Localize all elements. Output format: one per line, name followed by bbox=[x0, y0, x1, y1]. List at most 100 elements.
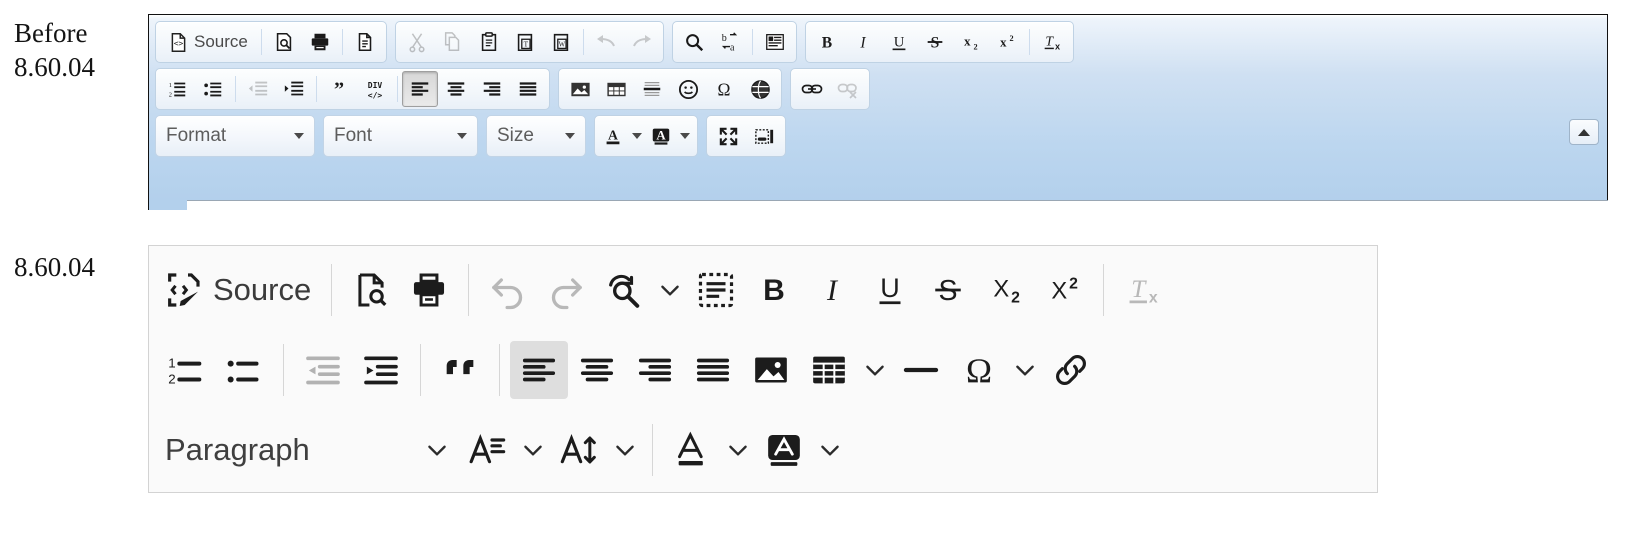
old-paste-button[interactable] bbox=[471, 24, 507, 60]
new-outdent-button[interactable] bbox=[294, 341, 352, 399]
new-font-background-color-dropdown-arrow[interactable] bbox=[813, 421, 847, 479]
old-bulleted-list-button[interactable] bbox=[195, 71, 231, 107]
old-print-button[interactable] bbox=[302, 24, 338, 60]
old-align-right-button[interactable] bbox=[474, 71, 510, 107]
new-align-justify-button[interactable] bbox=[684, 341, 742, 399]
old-background-color-arrow[interactable] bbox=[676, 118, 694, 154]
old-background-color-button[interactable]: A bbox=[646, 118, 676, 154]
new-font-color-button[interactable] bbox=[663, 421, 721, 479]
new-indent-button[interactable] bbox=[352, 341, 410, 399]
old-text-color-arrow[interactable] bbox=[628, 118, 646, 154]
new-table-dropdown-arrow[interactable] bbox=[858, 341, 892, 399]
old-source-button[interactable]: <> Source bbox=[159, 24, 257, 60]
new-subscript-button[interactable]: X2 bbox=[977, 261, 1035, 319]
old-special-character-button[interactable]: Ω bbox=[706, 71, 742, 107]
new-italic-button[interactable]: I bbox=[803, 261, 861, 319]
old-div-container-button[interactable]: DIV </> bbox=[357, 71, 393, 107]
old-replace-button[interactable]: ba bbox=[712, 24, 748, 60]
old-paste-word-button[interactable]: W bbox=[543, 24, 579, 60]
old-superscript-button[interactable]: x2 bbox=[989, 24, 1025, 60]
old-remove-format-button[interactable]: Tx bbox=[1034, 24, 1070, 60]
undo-icon bbox=[594, 30, 618, 54]
old-select-all-button[interactable] bbox=[757, 24, 793, 60]
new-underline-button[interactable]: U bbox=[861, 261, 919, 319]
image-icon bbox=[569, 78, 592, 101]
new-link-button[interactable] bbox=[1042, 341, 1100, 399]
old-indent-button[interactable] bbox=[276, 71, 312, 107]
new-blockquote-button[interactable] bbox=[431, 341, 489, 399]
new-paragraph-combo[interactable]: Paragraph bbox=[157, 421, 458, 479]
new-font-family-button[interactable] bbox=[458, 421, 516, 479]
new-align-right-button[interactable] bbox=[626, 341, 684, 399]
align-center-icon bbox=[578, 351, 616, 389]
new-font-color-dropdown-arrow[interactable] bbox=[721, 421, 755, 479]
divider bbox=[1103, 264, 1105, 316]
new-redo-button[interactable] bbox=[537, 261, 595, 319]
old-undo-button[interactable] bbox=[588, 24, 624, 60]
old-maximize-button[interactable] bbox=[710, 118, 746, 154]
divider bbox=[1028, 29, 1030, 55]
old-blockquote-button[interactable]: ” bbox=[321, 71, 357, 107]
old-text-color-button[interactable]: A bbox=[598, 118, 628, 154]
new-strikethrough-button[interactable]: S bbox=[919, 261, 977, 319]
old-subscript-button[interactable]: x2 bbox=[953, 24, 989, 60]
old-paste-text-button[interactable]: T bbox=[507, 24, 543, 60]
old-align-left-button[interactable] bbox=[402, 71, 438, 107]
old-align-justify-button[interactable] bbox=[510, 71, 546, 107]
old-redo-button[interactable] bbox=[624, 24, 660, 60]
chevron-down-icon bbox=[729, 445, 747, 456]
new-find-replace-dropdown-arrow[interactable] bbox=[653, 261, 687, 319]
old-italic-button[interactable]: I bbox=[845, 24, 881, 60]
new-find-replace-button[interactable] bbox=[595, 261, 653, 319]
new-preview-button[interactable] bbox=[342, 261, 400, 319]
old-bold-button[interactable]: B bbox=[809, 24, 845, 60]
old-preview-button[interactable] bbox=[266, 24, 302, 60]
bulleted-list-icon bbox=[224, 350, 264, 390]
old-horizontal-line-button[interactable] bbox=[634, 71, 670, 107]
old-collapse-toolbar-button[interactable] bbox=[1569, 119, 1599, 145]
new-remove-format-button[interactable]: Tx bbox=[1114, 261, 1172, 319]
old-unlink-button[interactable] bbox=[830, 71, 866, 107]
old-cut-button[interactable] bbox=[399, 24, 435, 60]
old-toolbar-group-editing: ba bbox=[671, 21, 797, 63]
new-select-all-button[interactable] bbox=[687, 261, 745, 319]
new-font-size-button[interactable] bbox=[550, 421, 608, 479]
old-align-center-button[interactable] bbox=[438, 71, 474, 107]
old-strikethrough-button[interactable]: S bbox=[917, 24, 953, 60]
new-font-background-color-button[interactable] bbox=[755, 421, 813, 479]
old-outdent-button[interactable] bbox=[240, 71, 276, 107]
old-toolbar-group-document: <> Source bbox=[155, 21, 387, 63]
old-find-button[interactable] bbox=[676, 24, 712, 60]
new-special-character-button[interactable]: Ω bbox=[950, 341, 1008, 399]
old-format-combo[interactable]: Format bbox=[155, 115, 315, 157]
old-copy-button[interactable] bbox=[435, 24, 471, 60]
new-align-left-button[interactable] bbox=[510, 341, 568, 399]
new-superscript-button[interactable]: X2 bbox=[1035, 261, 1093, 319]
new-source-button[interactable]: Source bbox=[157, 261, 321, 319]
new-table-button[interactable] bbox=[800, 341, 858, 399]
new-font-family-dropdown-arrow[interactable] bbox=[516, 421, 550, 479]
new-numbered-list-button[interactable]: 12 bbox=[157, 341, 215, 399]
old-image-button[interactable] bbox=[562, 71, 598, 107]
old-smiley-button[interactable] bbox=[670, 71, 706, 107]
new-special-character-dropdown-arrow[interactable] bbox=[1008, 341, 1042, 399]
align-left-icon bbox=[409, 78, 431, 100]
new-print-button[interactable] bbox=[400, 261, 458, 319]
old-size-combo[interactable]: Size bbox=[486, 115, 586, 157]
new-undo-button[interactable] bbox=[479, 261, 537, 319]
new-align-center-button[interactable] bbox=[568, 341, 626, 399]
old-table-button[interactable] bbox=[598, 71, 634, 107]
old-underline-button[interactable]: U bbox=[881, 24, 917, 60]
old-templates-button[interactable] bbox=[347, 24, 383, 60]
new-font-size-dropdown-arrow[interactable] bbox=[608, 421, 642, 479]
new-bulleted-list-button[interactable] bbox=[215, 341, 273, 399]
old-link-button[interactable] bbox=[794, 71, 830, 107]
new-paragraph-dropdown-arrow[interactable] bbox=[420, 421, 454, 479]
new-image-button[interactable] bbox=[742, 341, 800, 399]
old-numbered-list-button[interactable]: 12 bbox=[159, 71, 195, 107]
old-font-combo[interactable]: Font bbox=[323, 115, 478, 157]
old-iframe-button[interactable] bbox=[742, 71, 778, 107]
new-bold-button[interactable]: B bbox=[745, 261, 803, 319]
new-horizontal-line-button[interactable] bbox=[892, 341, 950, 399]
old-show-blocks-button[interactable] bbox=[746, 118, 782, 154]
